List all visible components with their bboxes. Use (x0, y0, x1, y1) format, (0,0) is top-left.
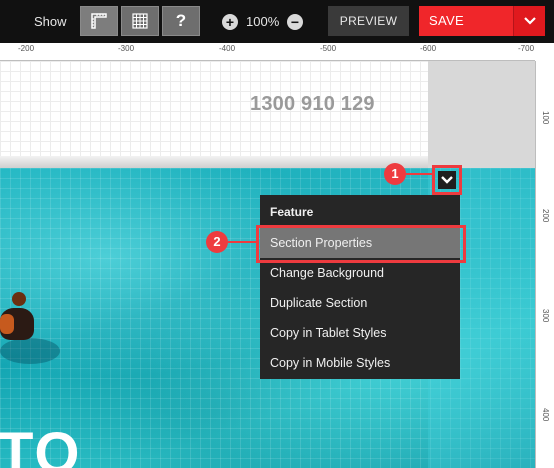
ruler-tick: -700 (518, 44, 535, 53)
callout-connector (406, 173, 432, 175)
vertical-ruler: 100 200 300 400 (535, 61, 554, 468)
horizontal-ruler: -200 -300 -400 -500 -600 -700 (0, 43, 535, 61)
ruler-tick: -400 (219, 44, 236, 53)
callout-connector (228, 241, 256, 243)
step-badge-2: 2 (206, 231, 228, 253)
menu-item-copy-tablet-styles[interactable]: Copy in Tablet Styles (260, 318, 460, 348)
preview-button[interactable]: PREVIEW (328, 6, 409, 36)
chevron-down-icon (441, 176, 453, 184)
menu-title: Feature (270, 205, 314, 219)
help-button[interactable]: ? (162, 6, 200, 36)
canvas-margin (428, 61, 535, 170)
toggle-grid-button[interactable] (121, 6, 159, 36)
zoom-level: 100% (246, 14, 280, 29)
ruler-tick: -600 (420, 44, 437, 53)
zoom-out-icon[interactable]: − (287, 14, 303, 30)
ruler-icon (91, 13, 107, 29)
toggle-rulers-button[interactable] (80, 6, 118, 36)
ruler-tick: 400 (541, 408, 550, 422)
ruler-tick: -300 (118, 44, 135, 53)
ruler-tick: -200 (18, 44, 35, 53)
show-label: Show (34, 14, 67, 29)
hero-heading[interactable]: TO (0, 420, 82, 468)
ruler-corner (535, 43, 554, 61)
menu-item-duplicate-section[interactable]: Duplicate Section (260, 288, 460, 318)
swimmer-shadow (0, 338, 60, 364)
swimmer-arm (0, 314, 14, 334)
ruler-tick: 100 (541, 111, 550, 125)
save-options-button[interactable] (513, 6, 545, 36)
zoom-in-icon[interactable]: + (222, 14, 238, 30)
ruler-tick: 200 (541, 209, 550, 223)
top-toolbar: Show ? + 100% − PREVIEW SAVE (0, 0, 554, 43)
section-divider (0, 156, 428, 168)
ruler-tick: 300 (541, 309, 550, 323)
ruler-tick: -500 (320, 44, 337, 53)
highlight-box (256, 225, 466, 263)
chevron-down-icon (523, 17, 536, 25)
swimmer-head (12, 292, 26, 306)
help-icon: ? (175, 11, 187, 30)
section-menu-toggle[interactable] (432, 165, 462, 195)
section-menu-button[interactable] (438, 171, 456, 189)
phone-number[interactable]: 1300 910 129 (250, 93, 375, 116)
menu-item-copy-mobile-styles[interactable]: Copy in Mobile Styles (260, 348, 460, 378)
grid-icon (132, 13, 148, 29)
save-button[interactable]: SAVE (419, 6, 513, 36)
section-context-menu: Feature Section Properties Change Backgr… (260, 195, 460, 379)
step-badge-1: 1 (384, 163, 406, 185)
